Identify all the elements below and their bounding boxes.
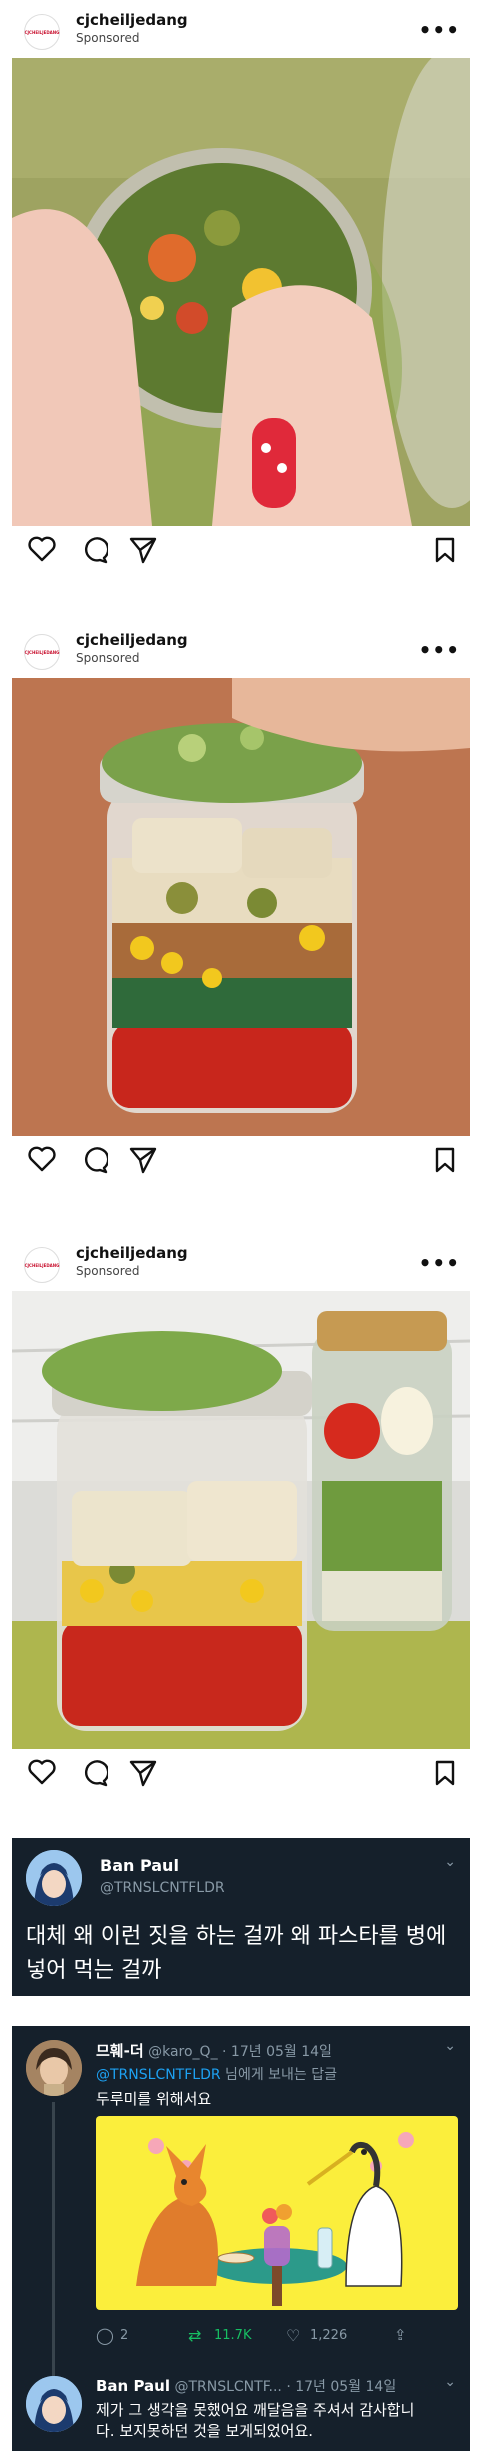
author-handle[interactable]: @TRNSLCNTF... bbox=[174, 2379, 281, 2395]
action-bar bbox=[0, 1136, 482, 1180]
tweet-original[interactable]: Ban Paul @TRNSLCNTFLDR ⌄ 대체 왜 이런 짓을 하는 걸… bbox=[12, 1838, 470, 1996]
action-bar bbox=[0, 1749, 482, 1793]
post-image bbox=[12, 1291, 470, 1749]
author-name[interactable]: Ban Paul bbox=[96, 2377, 170, 2395]
share-icon[interactable]: ⇪ bbox=[394, 2326, 407, 2344]
thread-line bbox=[52, 2102, 55, 2382]
author-handle[interactable]: @karo_Q_ bbox=[148, 2044, 217, 2060]
tweet-date[interactable]: · 17년 05월 14일 bbox=[286, 2379, 396, 2395]
tweet-text: 두루미를 위해서요 bbox=[96, 2090, 212, 2108]
avatar[interactable] bbox=[26, 2040, 82, 2096]
like-icon[interactable] bbox=[28, 536, 56, 562]
reply-header: 므훼-더 @karo_Q_ · 17년 05월 14일 bbox=[96, 2040, 332, 2061]
bookmark-icon[interactable] bbox=[434, 1759, 456, 1787]
like-icon[interactable] bbox=[28, 1146, 56, 1172]
avatar[interactable] bbox=[26, 2376, 82, 2432]
reply-to-line: @TRNSLCNTFLDR 님에게 보내는 답글 bbox=[96, 2064, 337, 2084]
like-icon[interactable]: ♡ bbox=[286, 2326, 300, 2345]
reply-icon[interactable]: ◯ bbox=[96, 2326, 114, 2345]
comment-icon[interactable] bbox=[80, 1146, 108, 1174]
chevron-down-icon[interactable]: ⌄ bbox=[444, 2374, 456, 2390]
post-image bbox=[12, 58, 470, 526]
post-1: CJCHEILJEDANG cjcheiljedang Sponsored ••… bbox=[0, 0, 482, 564]
tweet-text: 제가 그 생각을 못했어요 깨달음을 주셔서 감사합니다. 보지못하던 것을 보… bbox=[96, 2401, 415, 2440]
post-header: CJCHEILJEDANG cjcheiljedang Sponsored ••… bbox=[0, 620, 482, 678]
tweet-actions: ◯ 2 ⇄ 11.7K ♡ 1,226 ⇪ bbox=[96, 2326, 466, 2350]
reply-count: 2 bbox=[120, 2328, 129, 2343]
post-3: CJCHEILJEDANG cjcheiljedang Sponsored ••… bbox=[0, 1233, 482, 1787]
post-2: CJCHEILJEDANG cjcheiljedang Sponsored ••… bbox=[0, 620, 482, 1174]
username[interactable]: cjcheiljedang bbox=[76, 1244, 188, 1262]
post-image bbox=[12, 678, 470, 1136]
share-icon[interactable] bbox=[128, 1759, 158, 1787]
sponsored-label: Sponsored bbox=[76, 651, 140, 665]
more-options-icon[interactable]: ••• bbox=[419, 1251, 460, 1275]
sponsored-label: Sponsored bbox=[76, 31, 140, 45]
chevron-down-icon[interactable]: ⌄ bbox=[444, 1854, 456, 1870]
like-count: 1,226 bbox=[310, 2328, 348, 2343]
like-icon[interactable] bbox=[28, 1759, 56, 1785]
author-name[interactable]: 므훼-더 bbox=[96, 2042, 144, 2060]
comment-icon[interactable] bbox=[80, 536, 108, 564]
username[interactable]: cjcheiljedang bbox=[76, 631, 188, 649]
comment-icon[interactable] bbox=[80, 1759, 108, 1787]
tweet-reply[interactable]: 므훼-더 @karo_Q_ · 17년 05월 14일 ⌄ @TRNSLCNTF… bbox=[12, 2026, 470, 2451]
two-jars-photo bbox=[12, 1291, 470, 1749]
post-header: CJCHEILJEDANG cjcheiljedang Sponsored ••… bbox=[0, 0, 482, 58]
layered-jar-photo bbox=[12, 678, 470, 1136]
more-options-icon[interactable]: ••• bbox=[419, 18, 460, 42]
action-bar bbox=[0, 526, 482, 570]
reply-header: Ban Paul @TRNSLCNTF... · 17년 05월 14일 bbox=[96, 2376, 396, 2396]
avatar[interactable]: CJCHEILJEDANG bbox=[24, 1247, 60, 1283]
reply-to-label: 님에게 보내는 답글 bbox=[220, 2067, 337, 2083]
post-header: CJCHEILJEDANG cjcheiljedang Sponsored ••… bbox=[0, 1233, 482, 1291]
bookmark-icon[interactable] bbox=[434, 536, 456, 564]
more-options-icon[interactable]: ••• bbox=[419, 638, 460, 662]
bookmark-icon[interactable] bbox=[434, 1146, 456, 1174]
retweet-icon[interactable]: ⇄ bbox=[188, 2326, 201, 2345]
username[interactable]: cjcheiljedang bbox=[76, 11, 188, 29]
avatar[interactable] bbox=[26, 1850, 82, 1906]
share-icon[interactable] bbox=[128, 536, 158, 564]
avatar[interactable]: CJCHEILJEDANG bbox=[24, 634, 60, 670]
author-name[interactable]: Ban Paul bbox=[100, 1856, 179, 1875]
fox-and-crane-illustration bbox=[96, 2116, 458, 2310]
mention-link[interactable]: @TRNSLCNTFLDR bbox=[96, 2067, 221, 2083]
tweet-media[interactable] bbox=[96, 2116, 458, 2310]
pasta-jar-photo bbox=[12, 58, 470, 526]
author-handle[interactable]: @TRNSLCNTFLDR bbox=[100, 1880, 225, 1896]
retweet-count: 11.7K bbox=[214, 2328, 252, 2343]
tweet-text: 대체 왜 이런 짓을 하는 걸까 왜 파스타를 병에 넣어 먹는 걸까 bbox=[26, 1924, 447, 1983]
sponsored-label: Sponsored bbox=[76, 1264, 140, 1278]
tweet-date[interactable]: · 17년 05월 14일 bbox=[222, 2044, 332, 2060]
chevron-down-icon[interactable]: ⌄ bbox=[444, 2038, 456, 2054]
share-icon[interactable] bbox=[128, 1146, 158, 1174]
avatar[interactable]: CJCHEILJEDANG bbox=[24, 14, 60, 50]
